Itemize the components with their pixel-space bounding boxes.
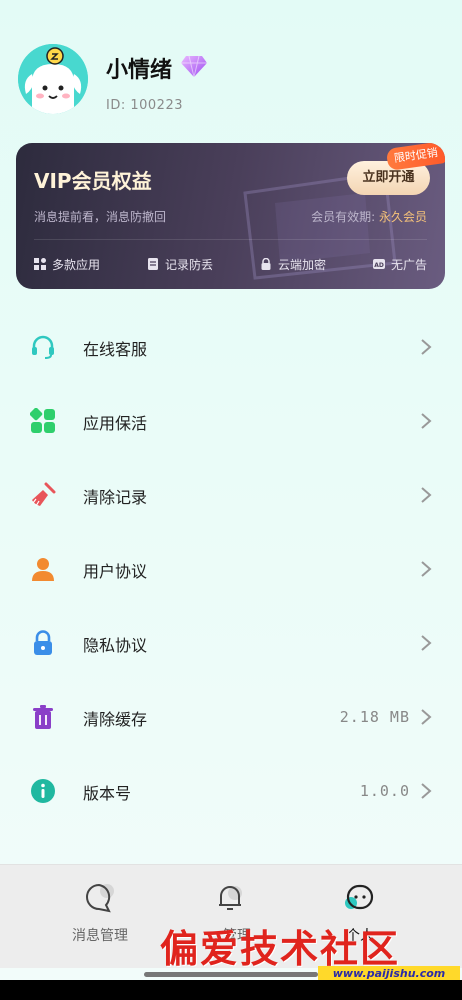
- record-icon: [147, 258, 158, 270]
- menu-label: 清除缓存: [83, 710, 148, 729]
- vip-feature-apps: 多款应用: [34, 253, 100, 275]
- chevron-right-icon: [421, 487, 432, 503]
- promo-badge: 限时促销: [385, 143, 445, 171]
- chevron-right-icon: [421, 561, 432, 577]
- trash-icon: [33, 705, 53, 729]
- username: 小情绪: [106, 58, 173, 83]
- headset-icon: [32, 335, 54, 359]
- menu-item-privacy[interactable]: 隐私协议: [0, 606, 462, 680]
- vip-feature-cloud: 云端加密: [260, 253, 326, 275]
- chevron-right-icon: [421, 709, 432, 725]
- menu-label: 隐私协议: [83, 636, 148, 655]
- menu-label: 用户协议: [83, 562, 148, 581]
- vip-expiry-value: 永久会员: [378, 210, 427, 224]
- version-value: 1.0.0: [359, 782, 410, 800]
- vip-feature-label: 云端加密: [277, 257, 326, 272]
- vip-expiry: 会员有效期: 永久会员: [311, 208, 427, 225]
- system-bottom-bar: [0, 980, 462, 1000]
- watermark-text: 偏爱技术社区: [160, 926, 401, 971]
- face-icon: [345, 884, 374, 910]
- menu-item-clear-records[interactable]: 清除记录: [0, 458, 462, 532]
- user-id: ID: 100223: [106, 98, 183, 113]
- profile-header: 小情绪 ID: 100223: [18, 44, 448, 120]
- vip-title: VIP会员权益: [34, 169, 152, 193]
- chevron-right-icon: [421, 635, 432, 651]
- info-icon: [31, 779, 55, 803]
- vip-feature-label: 多款应用: [52, 257, 101, 272]
- broom-icon: [32, 482, 56, 507]
- vip-features: 多款应用 记录防丢 云端加密 AD 无广告: [34, 253, 427, 275]
- nav-label: 消息管理: [72, 928, 128, 944]
- menu-label: 版本号: [83, 784, 132, 803]
- vip-divider: [34, 239, 427, 240]
- vip-expiry-label: 会员有效期:: [311, 210, 376, 224]
- ad-icon: AD: [372, 259, 385, 269]
- settings-menu: 在线客服 应用保活 清除记录 用户协议 隐私协议 清除缓存 2.18 MB 版本…: [0, 310, 462, 828]
- padlock-icon: [34, 630, 52, 655]
- vip-subtitle: 消息提前看，消息防撤回: [34, 210, 167, 224]
- vip-feature-label: 记录防丢: [164, 257, 213, 272]
- chevron-right-icon: [421, 339, 432, 355]
- nav-tab-messages[interactable]: 消息管理: [40, 881, 160, 961]
- chat-bubble-icon: [86, 883, 114, 913]
- cache-size-value: 2.18 MB: [339, 708, 410, 726]
- bell-icon: [219, 886, 242, 910]
- menu-item-version[interactable]: 版本号 1.0.0: [0, 754, 462, 828]
- chevron-right-icon: [421, 413, 432, 429]
- menu-label: 清除记录: [83, 488, 148, 507]
- menu-label: 在线客服: [83, 340, 148, 359]
- vip-feature-label: 无广告: [390, 257, 427, 272]
- lock-icon: [261, 258, 271, 270]
- avatar[interactable]: [18, 44, 88, 114]
- menu-item-support[interactable]: 在线客服: [0, 310, 462, 384]
- avatar-dog-icon: [18, 44, 88, 114]
- diamond-icon: [181, 55, 207, 78]
- apps-icon: [34, 258, 46, 270]
- vip-feature-noads: AD 无广告: [372, 253, 427, 275]
- vip-card[interactable]: VIP会员权益 消息提前看，消息防撤回 会员有效期: 永久会员 立即开通 限时促…: [16, 143, 445, 289]
- menu-item-clear-cache[interactable]: 清除缓存 2.18 MB: [0, 680, 462, 754]
- home-indicator[interactable]: [144, 972, 318, 977]
- vip-feature-record: 记录防丢: [147, 253, 213, 275]
- menu-label: 应用保活: [83, 414, 148, 433]
- apps-grid-icon: [30, 408, 55, 433]
- menu-item-keepalive[interactable]: 应用保活: [0, 384, 462, 458]
- chevron-right-icon: [421, 783, 432, 799]
- svg-text:AD: AD: [374, 262, 384, 269]
- user-icon: [32, 558, 54, 581]
- menu-item-user-agreement[interactable]: 用户协议: [0, 532, 462, 606]
